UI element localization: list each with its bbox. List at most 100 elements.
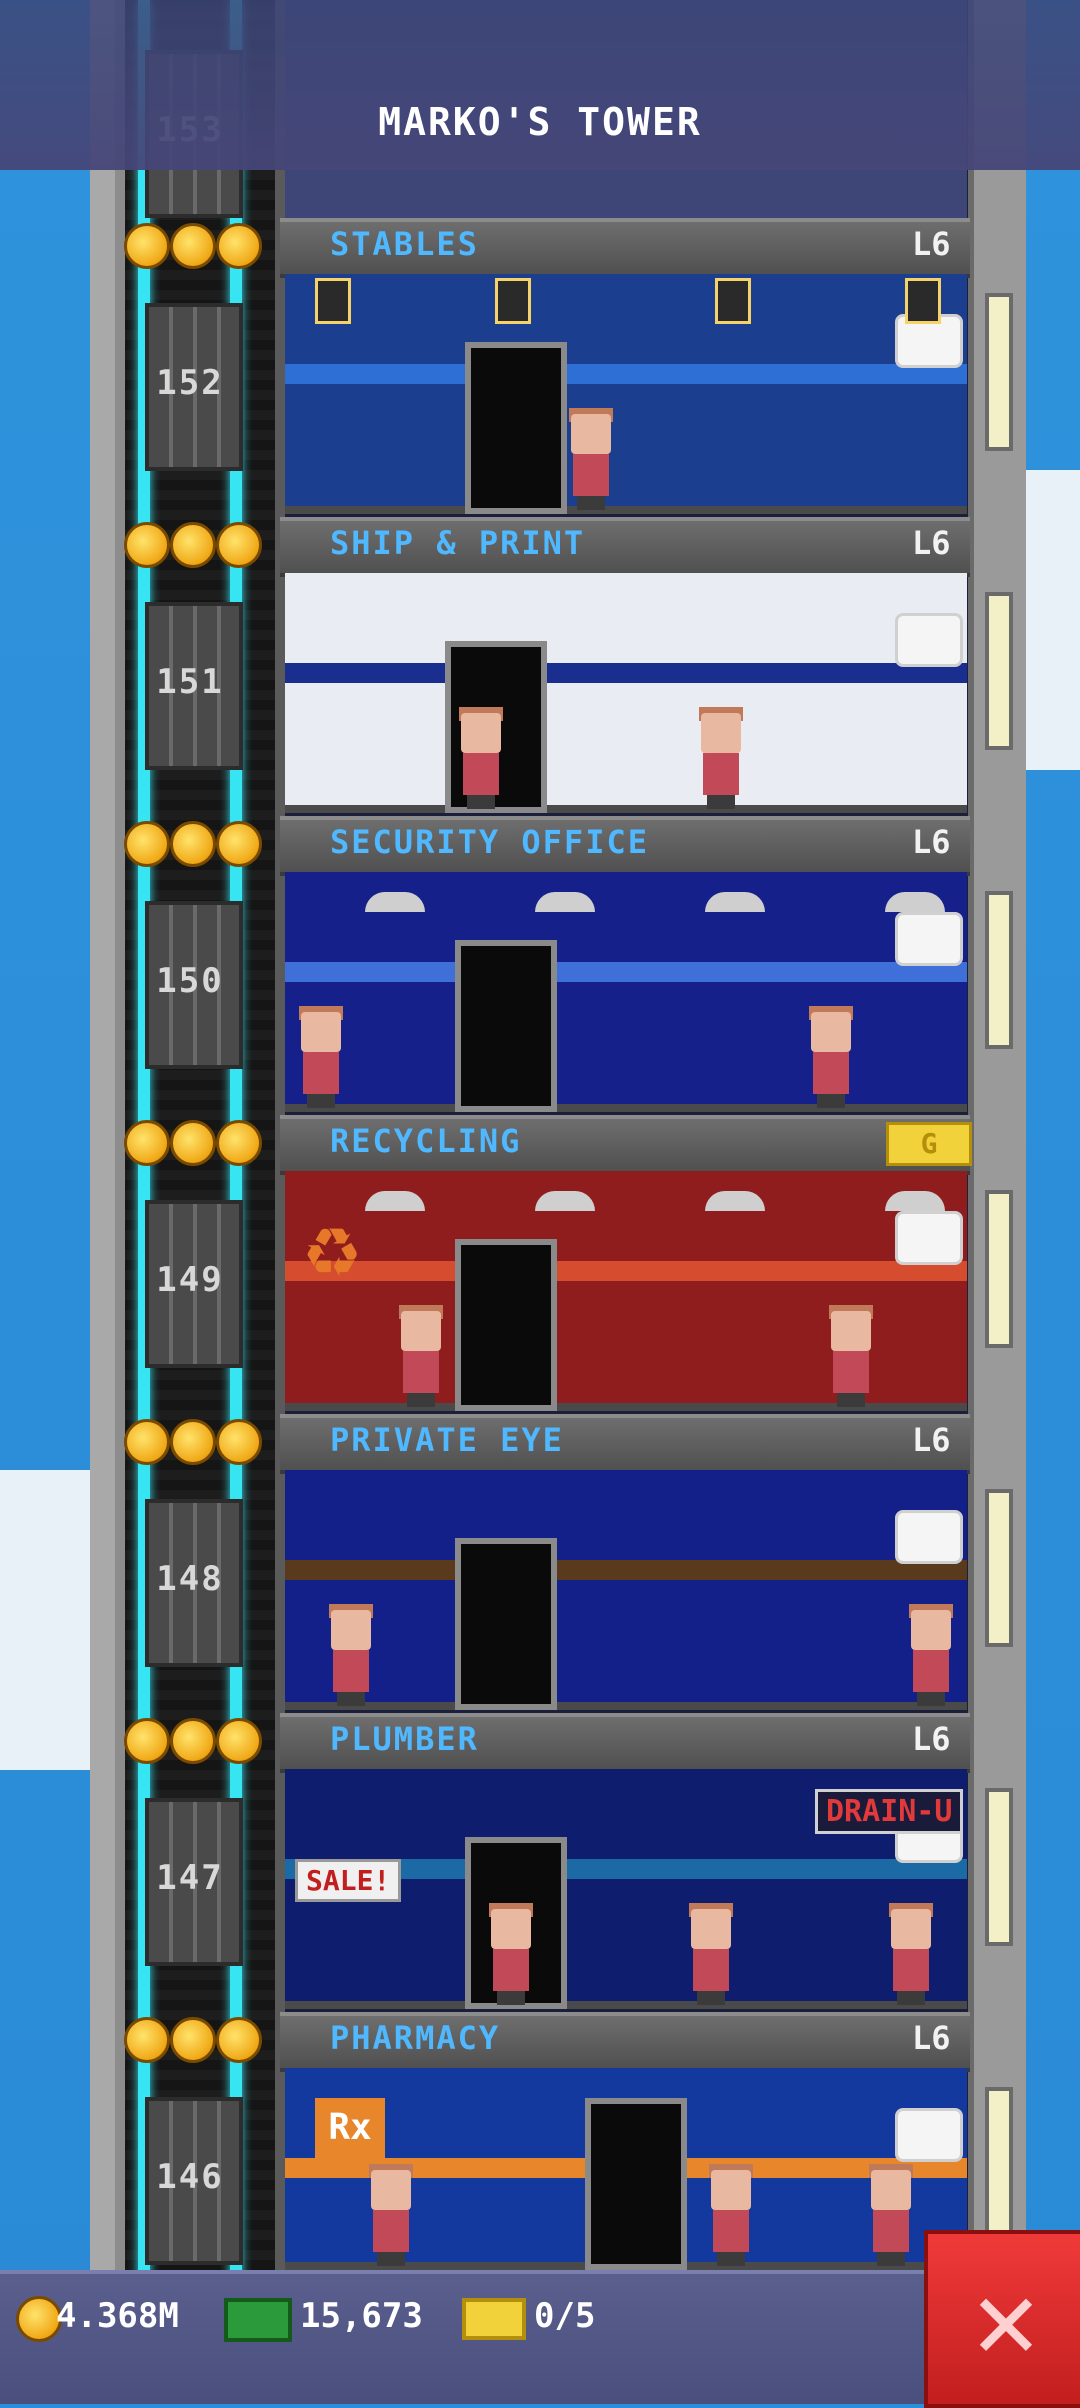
rating-coin-icon	[124, 1718, 170, 1764]
room-pharmacy[interactable]: Rx	[285, 2068, 967, 2270]
floor-name: SHIP & PRINT	[330, 524, 586, 562]
rating-coin-icon	[216, 821, 262, 867]
bitizen[interactable]	[365, 2164, 417, 2266]
room-security-office[interactable]	[285, 872, 967, 1112]
rating-coin-icon	[216, 1718, 262, 1764]
room-floor	[285, 2001, 967, 2009]
room-door	[455, 1538, 557, 1710]
rating-coin-icon	[170, 223, 216, 269]
close-button[interactable]: ✕	[924, 2230, 1080, 2408]
floor-name: PLUMBER	[330, 1720, 479, 1758]
upgrade-badge[interactable]: G	[886, 1122, 972, 1166]
rating-coin-icon	[124, 821, 170, 867]
bux-value: 15,673	[300, 2296, 423, 2336]
level-badge: L6	[912, 823, 951, 861]
room-wall-accent	[285, 364, 967, 384]
bitizen[interactable]	[685, 1903, 737, 2005]
request-bubble[interactable]	[895, 1510, 963, 1564]
pillar-light	[985, 1489, 1013, 1647]
rating-coin-icon	[170, 2017, 216, 2063]
room-door	[455, 940, 557, 1112]
pillar-light	[985, 1190, 1013, 1348]
floor-number: 152	[156, 363, 224, 403]
ticket-icon	[462, 2298, 526, 2340]
bitizen[interactable]	[865, 2164, 917, 2266]
top-banner	[0, 0, 1080, 170]
bitizen[interactable]	[395, 1305, 447, 1407]
rating-coin-icon	[216, 1419, 262, 1465]
room-wall-accent	[285, 663, 967, 683]
room-floor	[285, 805, 967, 813]
coins-value: 4.368M	[56, 2296, 179, 2336]
ceiling-lamp-icon	[705, 892, 765, 912]
request-bubble[interactable]	[895, 912, 963, 966]
room-floor	[285, 1702, 967, 1710]
room-stables[interactable]	[285, 274, 967, 514]
level-badge: L6	[912, 225, 951, 263]
room-floor	[285, 506, 967, 514]
room-sign: SALE!	[295, 1859, 402, 1902]
floor-name: STABLES	[330, 225, 479, 263]
rating-coin-icon	[124, 2017, 170, 2063]
floor-name: RECYCLING	[330, 1122, 522, 1160]
room-private-eye[interactable]	[285, 1470, 967, 1710]
bitizen[interactable]	[905, 1604, 957, 1706]
close-icon: ✕	[972, 2255, 1040, 2383]
bitizen[interactable]	[805, 1006, 857, 1108]
ceiling-lamp-icon	[535, 1191, 595, 1211]
floor-number: 150	[156, 961, 224, 1001]
room-wall-accent	[285, 962, 967, 982]
floor-name: PRIVATE EYE	[330, 1421, 564, 1459]
ceiling-lamp-icon	[365, 892, 425, 912]
rating-coin-icon	[170, 1120, 216, 1166]
rating-coin-icon	[216, 522, 262, 568]
floor-number: 146	[156, 2157, 224, 2197]
bitizen[interactable]	[565, 408, 617, 510]
cloud	[0, 1470, 90, 1770]
request-bubble[interactable]	[895, 2108, 963, 2162]
ceiling-lamp-icon	[705, 1191, 765, 1211]
room-ship-print[interactable]	[285, 573, 967, 813]
room-door	[465, 342, 567, 514]
ceiling-lamp-icon	[885, 892, 945, 912]
room-recycling[interactable]: ♻	[285, 1171, 967, 1411]
rating-coin-icon	[216, 223, 262, 269]
lantern-icon	[715, 278, 751, 324]
tower-left-wall	[90, 0, 115, 2290]
room-door	[585, 2098, 687, 2270]
bitizen[interactable]	[455, 707, 507, 809]
bitizen[interactable]	[295, 1006, 347, 1108]
bitizen[interactable]	[885, 1903, 937, 2005]
request-bubble[interactable]	[895, 613, 963, 667]
ceiling-lamp-icon	[885, 1191, 945, 1211]
room-sign: DRAIN-U	[815, 1789, 964, 1834]
rating-coin-icon	[170, 821, 216, 867]
rating-coin-icon	[216, 1120, 262, 1166]
floor-number: 147	[156, 1858, 224, 1898]
request-bubble[interactable]	[895, 1211, 963, 1265]
bitizen[interactable]	[705, 2164, 757, 2266]
room-plumber[interactable]: DRAIN-U SALE!	[285, 1769, 967, 2009]
pillar-light	[985, 1788, 1013, 1946]
lantern-icon	[905, 278, 941, 324]
bitizen[interactable]	[825, 1305, 877, 1407]
pillar-light	[985, 891, 1013, 1049]
level-badge: L6	[912, 2019, 951, 2057]
rating-coin-icon	[170, 522, 216, 568]
room-door	[455, 1239, 557, 1411]
bitizen[interactable]	[485, 1903, 537, 2005]
cloud	[1020, 470, 1080, 770]
rating-coin-icon	[124, 223, 170, 269]
level-badge: L6	[912, 524, 951, 562]
room-sign: Rx	[315, 2098, 385, 2158]
bitizen[interactable]	[695, 707, 747, 809]
rating-coin-icon	[124, 1120, 170, 1166]
recycle-icon: ♻	[305, 1193, 360, 1298]
status-bar	[0, 2270, 1080, 2404]
floor-name: SECURITY OFFICE	[330, 823, 649, 861]
room-floor	[285, 1104, 967, 1112]
lantern-icon	[495, 278, 531, 324]
bitizen[interactable]	[325, 1604, 377, 1706]
floor-number: 149	[156, 1260, 224, 1300]
rating-coin-icon	[170, 1419, 216, 1465]
